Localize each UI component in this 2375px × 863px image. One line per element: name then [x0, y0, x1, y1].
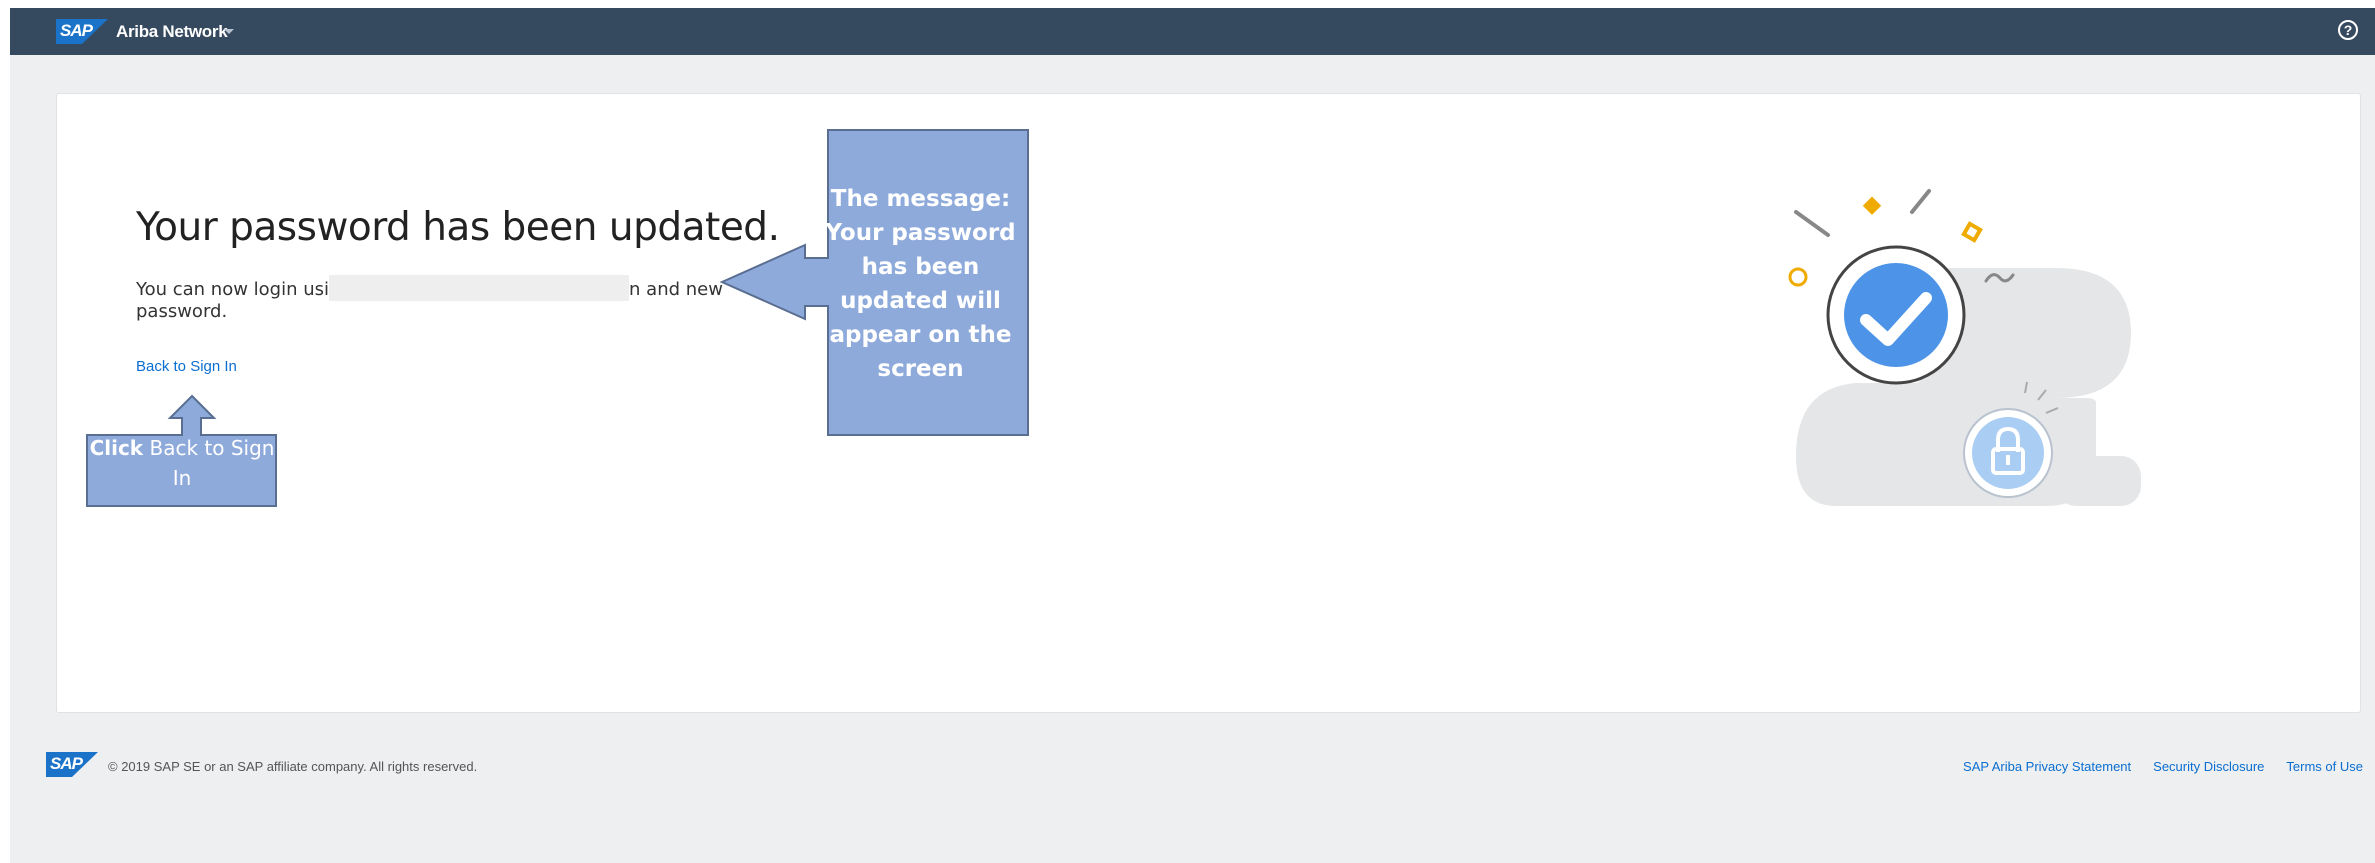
terms-of-use-link[interactable]: Terms of Use — [2286, 759, 2363, 774]
check-mark-icon — [1826, 245, 1966, 385]
footer-links: SAP Ariba Privacy Statement Security Dis… — [1963, 759, 2363, 774]
login-message: You can now login usi n and new password. — [136, 275, 726, 323]
footer-sap-logo-text: SAP — [50, 754, 83, 773]
login-message-start: You can now login usi — [136, 279, 330, 300]
app-name-menu[interactable]: Ariba Network — [116, 22, 228, 42]
chevron-down-icon[interactable] — [224, 29, 234, 34]
sap-logo-text: SAP — [60, 21, 93, 40]
security-disclosure-link[interactable]: Security Disclosure — [2153, 759, 2264, 774]
page-title: Your password has been updated. — [136, 205, 780, 250]
copyright-text: © 2019 SAP SE or an SAP affiliate compan… — [108, 759, 478, 774]
lock-icon — [1963, 408, 2053, 498]
message-instruction-text: The message: Your password has been upda… — [825, 186, 1016, 382]
click-instruction-rest: Back to Sign In — [143, 436, 275, 490]
sap-logo[interactable]: SAP — [56, 19, 108, 44]
redacted-username — [329, 275, 630, 301]
privacy-statement-link[interactable]: SAP Ariba Privacy Statement — [1963, 759, 2131, 774]
click-instruction-text: Click Back to Sign In — [86, 433, 278, 493]
back-to-sign-in-link[interactable]: Back to Sign In — [136, 358, 237, 375]
click-instruction-bold: Click — [89, 436, 144, 460]
success-illustration — [1788, 189, 2141, 506]
top-navigation-bar: SAP Ariba Network ? — [10, 8, 2375, 55]
question-circle-icon[interactable]: ? — [2338, 20, 2358, 40]
